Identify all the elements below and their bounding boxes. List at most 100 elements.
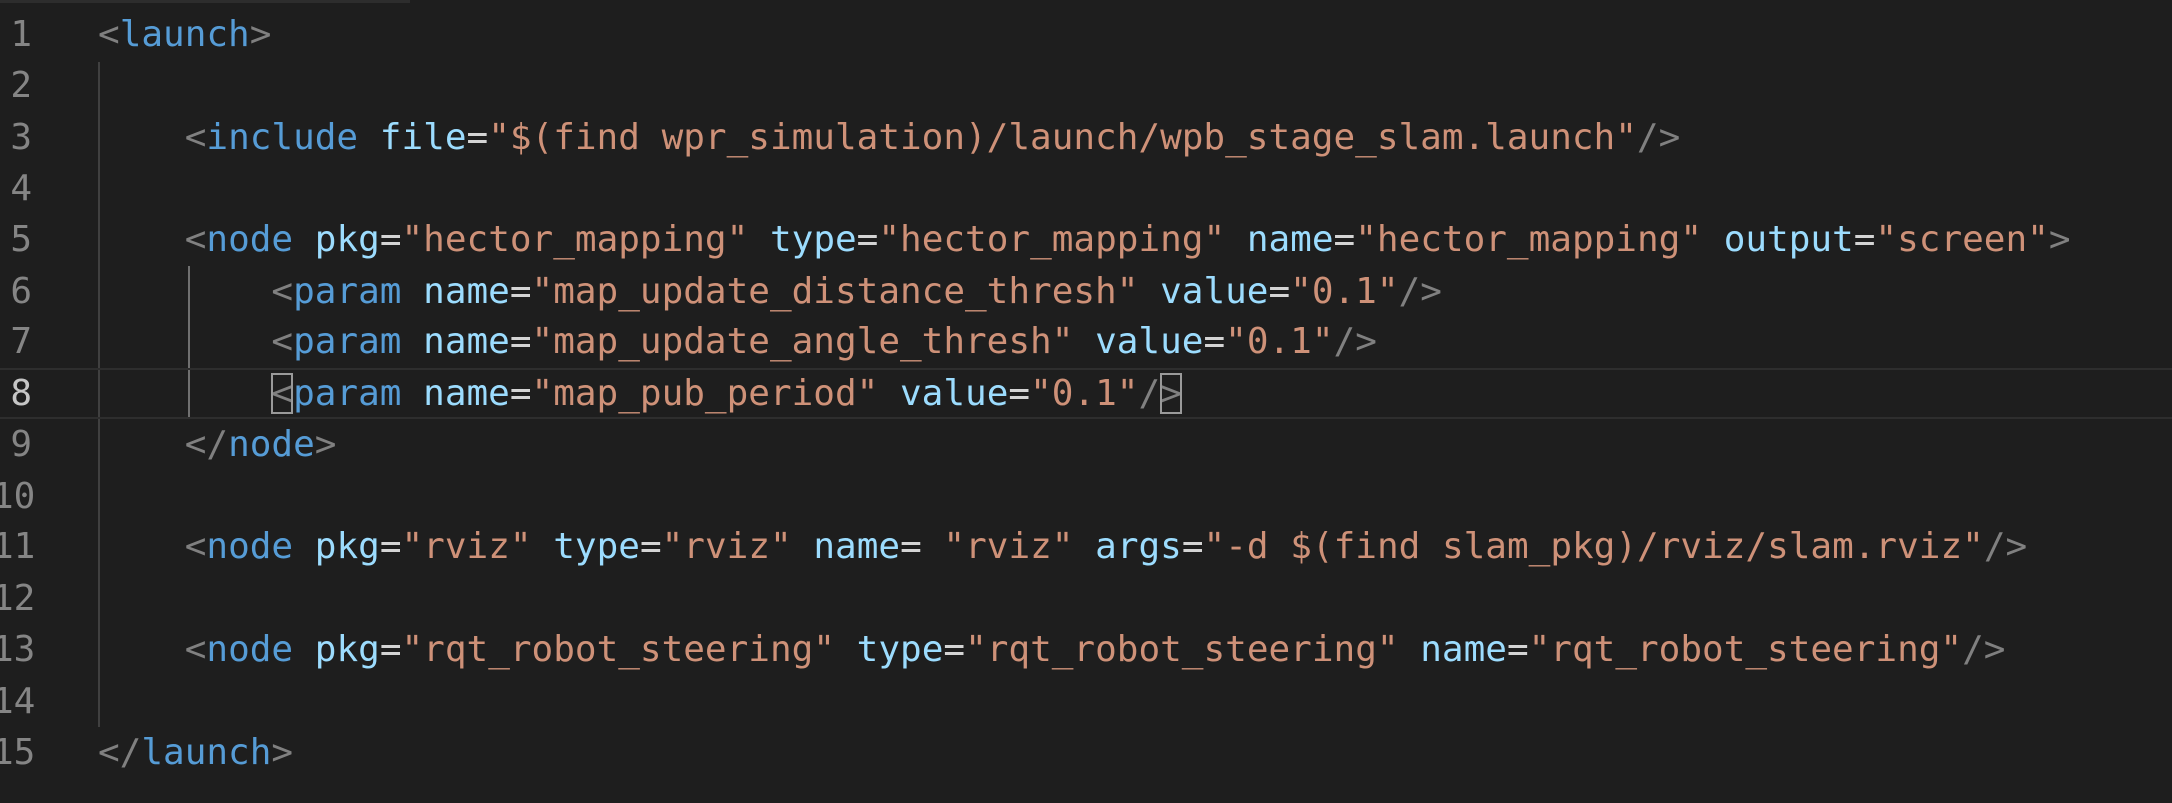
code-token: param <box>293 321 402 362</box>
code-line[interactable]: 4 <box>0 163 2172 214</box>
code-token: launch <box>141 732 272 773</box>
code-token: param <box>293 373 402 414</box>
code-token: = <box>856 219 879 260</box>
code-line[interactable]: 1 <launch> <box>0 9 2172 60</box>
code-token: "hector_mapping" <box>878 219 1226 260</box>
code-line[interactable]: 5 <node pkg="hector_mapping" type="hecto… <box>0 214 2172 265</box>
code-line[interactable]: 12 <box>0 573 2172 624</box>
line-code[interactable]: <node pkg="rviz" type="rviz" name= "rviz… <box>98 521 2027 572</box>
code-token: = <box>379 629 402 670</box>
code-token: = <box>639 526 662 567</box>
code-token: node <box>206 219 294 260</box>
line-number: 2 <box>10 65 32 106</box>
code-token: pkg <box>314 526 380 567</box>
code-token: < <box>184 526 207 567</box>
code-token: name <box>1420 629 1507 670</box>
code-line[interactable]: 8 <param name="map_pub_period" value="0.… <box>0 368 2172 419</box>
code-token: "rviz" <box>943 526 1074 567</box>
code-line[interactable]: 9 </node> <box>0 419 2172 470</box>
line-code[interactable]: <include file="$(find wpr_simulation)/la… <box>98 112 1681 163</box>
line-code[interactable]: <param name="map_update_distance_thresh"… <box>98 266 1442 317</box>
code-token: node <box>206 629 294 670</box>
line-number: 9 <box>10 424 32 465</box>
line-code[interactable]: </node> <box>98 419 337 470</box>
code-token: /> <box>1636 117 1681 158</box>
code-token: /> <box>1398 271 1442 312</box>
code-token: = <box>1853 219 1876 260</box>
code-token: name <box>1246 219 1334 260</box>
code-token: = <box>379 526 402 567</box>
code-token: = <box>1268 271 1291 312</box>
code-token: param <box>293 271 402 312</box>
line-number: 7 <box>10 321 32 362</box>
code-line[interactable]: 13 <node pkg="rqt_robot_steering" type="… <box>0 624 2172 675</box>
line-code[interactable]: <node pkg="hector_mapping" type="hector_… <box>98 214 2071 265</box>
code-token: = <box>509 321 532 362</box>
code-token: > <box>1160 373 1182 414</box>
code-token: node <box>228 424 315 465</box>
code-token: > <box>249 14 272 55</box>
code-token: > <box>271 732 294 773</box>
code-token: = <box>509 373 532 414</box>
line-code[interactable]: </launch> <box>98 727 293 778</box>
code-token: node <box>206 526 294 567</box>
code-token: "screen" <box>1875 219 2049 260</box>
code-token: "$(find wpr_simulation)/launch/wpb_stage… <box>488 117 1637 158</box>
code-token: "map_update_angle_thresh" <box>531 321 1074 362</box>
code-line[interactable]: 3 <include file="$(find wpr_simulation)/… <box>0 112 2172 163</box>
code-token: "rqt_robot_steering" <box>401 629 835 670</box>
code-line[interactable]: 6 <param name="map_update_distance_thres… <box>0 266 2172 317</box>
code-token: </ <box>184 424 229 465</box>
code-token: name <box>423 373 510 414</box>
code-token: "rviz" <box>401 526 532 567</box>
code-token: name <box>423 321 510 362</box>
line-number: 3 <box>10 117 32 158</box>
line-code[interactable]: <launch> <box>98 9 271 60</box>
code-line[interactable]: 2 <box>0 60 2172 111</box>
code-token: > <box>314 424 337 465</box>
code-token: = <box>900 526 944 567</box>
code-line[interactable]: 7 <param name="map_update_angle_thresh" … <box>0 316 2172 367</box>
code-token: /> <box>1333 321 1377 362</box>
line-number: 6 <box>10 271 32 312</box>
code-line[interactable]: 11 <node pkg="rviz" type="rviz" name= "r… <box>0 521 2172 572</box>
line-code[interactable]: <node pkg="rqt_robot_steering" type="rqt… <box>98 624 2006 675</box>
code-token: < <box>184 219 207 260</box>
code-token: < <box>271 321 294 362</box>
code-line[interactable]: 15 </launch> <box>0 727 2172 778</box>
code-token: "map_update_distance_thresh" <box>531 271 1139 312</box>
code-token: "-d $(find slam_pkg)/rviz/slam.rviz" <box>1203 526 1984 567</box>
code-token: "rqt_robot_steering" <box>1528 629 1963 670</box>
code-editor[interactable]: 1 <launch> 2 3 <include file="$(find wpr_si… <box>0 0 2172 803</box>
line-code[interactable]: <param name="map_update_angle_thresh" va… <box>98 316 1377 367</box>
code-token: < <box>271 271 294 312</box>
code-token: = <box>509 271 532 312</box>
code-line[interactable]: 14 <box>0 676 2172 727</box>
code-token: "rqt_robot_steering" <box>965 629 1399 670</box>
code-token: pkg <box>314 629 380 670</box>
code-token: name <box>813 526 901 567</box>
line-number: 11 <box>0 526 36 567</box>
code-token: "0.1" <box>1290 271 1399 312</box>
code-token: value <box>900 373 1009 414</box>
code-token: value <box>1160 271 1269 312</box>
code-token: /> <box>1962 629 2006 670</box>
code-token: name <box>423 271 510 312</box>
code-token: = <box>379 219 402 260</box>
code-line[interactable]: 10 <box>0 471 2172 522</box>
code-token: "hector_mapping" <box>1355 219 1702 260</box>
line-code[interactable]: <param name="map_pub_period" value="0.1"… <box>98 370 1182 417</box>
code-token: "map_pub_period" <box>531 373 879 414</box>
